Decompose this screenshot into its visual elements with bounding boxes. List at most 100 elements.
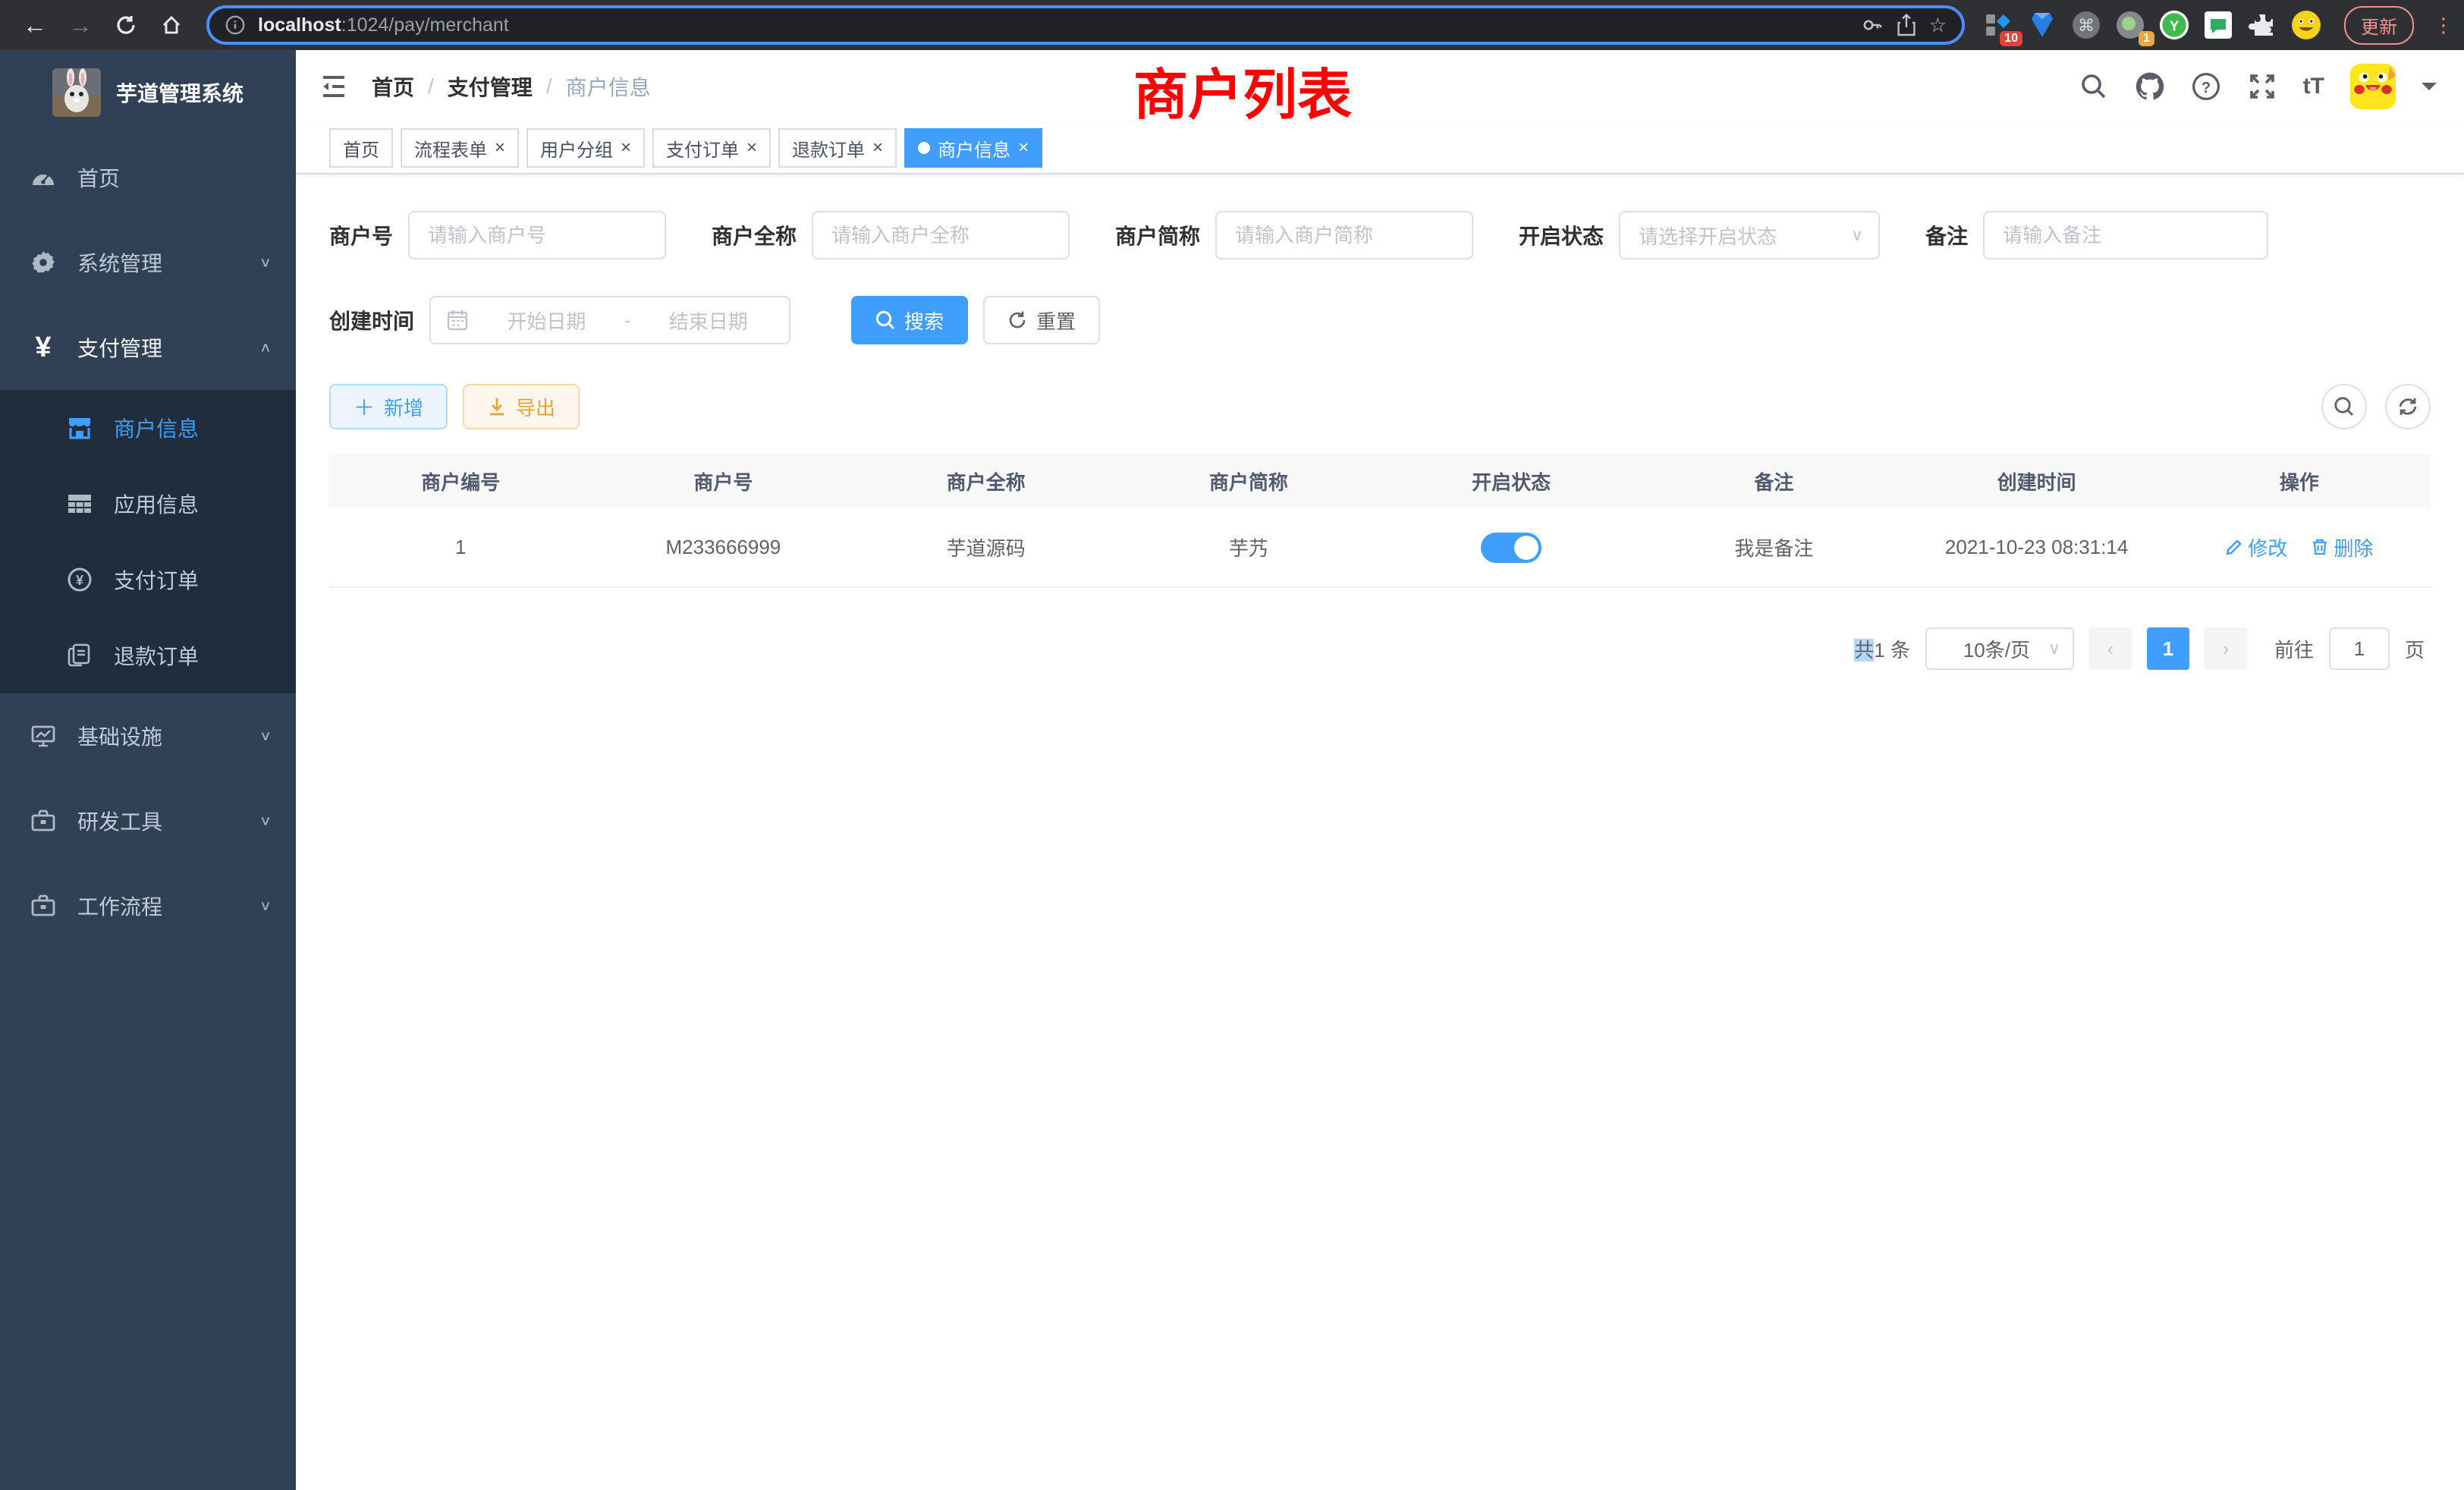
extension-emoji-icon[interactable] [2291,10,2321,40]
page-1-button[interactable]: 1 [2147,627,2189,670]
end-date-placeholder[interactable]: 结束日期 [643,306,774,335]
sidebar-collapse-icon[interactable] [317,70,350,103]
full-name-input[interactable] [812,211,1070,259]
status-toggle-on[interactable] [1481,533,1542,563]
browser-home-icon[interactable] [152,5,191,45]
sidebar-item-dev-tools[interactable]: 研发工具 ∨ [0,778,296,863]
svg-text:⌘: ⌘ [2078,16,2095,35]
sidebar-item-home[interactable]: 首页 [0,135,296,220]
header-search-icon[interactable] [2079,71,2109,102]
tag-pay-order[interactable]: 支付订单 × [652,128,771,168]
sidebar-item-merchant-info[interactable]: 商户信息 [0,390,296,466]
monitor-chart-icon [30,723,56,749]
filter-status: 开启状态 请选择开启状态 ∨ [1519,211,1880,259]
extension-grid-icon[interactable]: 10 [1983,10,2013,40]
breadcrumb-separator: / [428,74,434,99]
tag-close-icon[interactable]: × [746,139,757,157]
sidebar-item-pay[interactable]: ¥ 支付管理 ∧ [0,305,296,390]
export-button[interactable]: 导出 [463,384,580,429]
search-button[interactable]: 搜索 [851,296,968,344]
goto-page-input[interactable] [2329,627,2390,670]
extension-chat-icon[interactable] [2203,10,2233,40]
pagination-total-rest: 1 条 [1874,639,1910,662]
filter-label: 商户简称 [1115,220,1200,250]
edit-link-label: 修改 [2248,533,2287,561]
tag-close-icon[interactable]: × [621,139,631,157]
sidebar-item-label: 首页 [77,162,272,193]
share-icon[interactable] [1896,14,1917,36]
date-range-picker[interactable]: 开始日期 - 结束日期 [429,296,790,344]
tag-user-group[interactable]: 用户分组 × [526,128,645,168]
sidebar-item-infra[interactable]: 基础设施 ∨ [0,693,296,778]
filter-label: 创建时间 [329,305,414,335]
app-logo-row[interactable]: 芋道管理系统 [0,50,296,135]
page-size-select[interactable]: 10条/页 ∨ [1925,627,2074,670]
merchant-no-input[interactable] [408,211,666,259]
cell-actions: 修改 删除 [2168,508,2431,587]
fullscreen-icon[interactable] [2247,71,2277,102]
sidebar-item-pay-order[interactable]: ¥ 支付订单 [0,542,296,618]
goto-label: 前往 [2274,635,2314,663]
url-text[interactable]: localhost:1024/pay/merchant [258,14,1849,36]
browser-menu-icon[interactable]: ⋮ [2434,14,2449,37]
browser-reload-icon[interactable] [106,5,146,45]
extension-command-icon[interactable]: ⌘ [2071,10,2101,40]
filter-full-name: 商户全称 [712,211,1070,259]
tag-close-icon[interactable]: × [1018,139,1029,157]
browser-forward-icon[interactable]: → [61,5,100,45]
tag-label: 支付订单 [666,135,739,162]
chevron-down-icon: ∨ [259,898,272,914]
pencil-icon [2225,538,2243,556]
tag-close-icon[interactable]: × [495,139,505,157]
sidebar-item-system[interactable]: 系统管理 ∨ [0,220,296,305]
browser-back-icon[interactable]: ← [15,5,55,45]
refresh-table-icon-button[interactable] [2385,384,2431,429]
start-date-placeholder[interactable]: 开始日期 [481,306,612,335]
document-copy-icon [67,643,93,668]
tag-merchant-info[interactable]: 商户信息× [904,128,1042,168]
breadcrumb-home[interactable]: 首页 [372,71,414,102]
password-key-icon[interactable] [1861,14,1884,36]
pagination-total: 共1 条 [1854,635,1910,663]
tag-refund-order[interactable]: 退款订单× [778,128,897,168]
remark-input[interactable] [1983,211,2268,259]
font-size-icon[interactable]: tT [2303,74,2324,99]
browser-update-button[interactable]: 更新 [2344,6,2414,45]
breadcrumb-pay[interactable]: 支付管理 [448,71,533,102]
delete-link[interactable]: 删除 [2311,533,2373,561]
site-info-icon[interactable] [225,14,246,36]
extension-vue-devtools-icon[interactable]: Y [2159,10,2189,40]
next-page-button[interactable]: › [2205,627,2247,670]
tag-label: 首页 [343,135,379,162]
page-size-value: 10条/页 [1945,635,2048,663]
add-button[interactable]: ＋ 新增 [329,384,448,429]
github-icon[interactable] [2135,71,2165,102]
sidebar-item-workflow[interactable]: 工作流程 ∨ [0,863,296,948]
extensions-puzzle-icon[interactable] [2247,10,2277,40]
extension-recorder-icon[interactable]: 1 [2115,10,2145,40]
sidebar-item-app-info[interactable]: 应用信息 [0,466,296,542]
user-avatar[interactable] [2350,64,2396,109]
col-short-name: 商户简称 [1117,454,1380,508]
avatar-caret-icon[interactable] [2422,83,2437,98]
address-bar[interactable]: localhost:1024/pay/merchant ☆ [206,5,1965,45]
tag-home[interactable]: 首页 [329,128,393,168]
prev-page-button[interactable]: ‹ [2089,627,2132,670]
reset-button[interactable]: 重置 [983,296,1100,344]
dashboard-icon [30,165,56,190]
short-name-input[interactable] [1215,211,1473,259]
filter-label: 开启状态 [1519,220,1604,250]
extension-gem-icon[interactable] [2027,10,2057,40]
trash-icon [2311,538,2329,556]
toggle-search-icon-button[interactable] [2321,384,2367,429]
tag-label: 用户分组 [540,135,613,162]
help-icon[interactable]: ? [2191,71,2221,102]
tag-process-form[interactable]: 流程表单× [401,128,519,168]
svg-text:¥: ¥ [76,573,83,588]
edit-link[interactable]: 修改 [2225,533,2287,561]
status-select[interactable]: 请选择开启状态 ∨ [1619,211,1880,259]
bookmark-star-icon[interactable]: ☆ [1929,14,1947,37]
tag-close-icon[interactable]: × [872,139,883,157]
sidebar-item-refund-order[interactable]: 退款订单 [0,618,296,693]
sidebar: 芋道管理系统 首页 系统管理 ∨ ¥ 支付管理 ∧ 商户信息 [0,50,296,1490]
